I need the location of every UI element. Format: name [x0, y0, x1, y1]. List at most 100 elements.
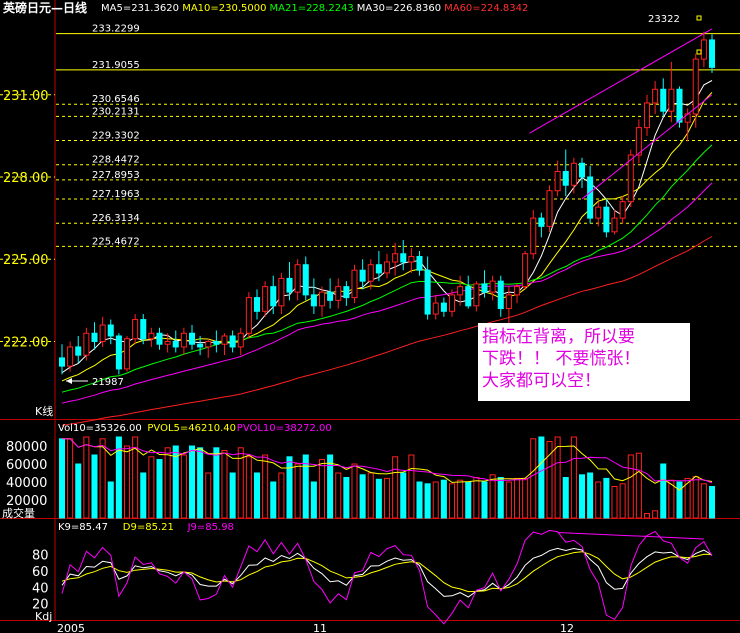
volume-bar: [205, 472, 212, 519]
candle-body: [530, 217, 537, 255]
volume-bar: [229, 472, 236, 519]
volume-bar: [294, 463, 301, 519]
volume-bar: [562, 477, 569, 519]
candle-body: [497, 280, 504, 310]
volume-bar: [481, 481, 488, 519]
kdj-tick-label: 60: [32, 565, 49, 580]
volume-bar: [107, 481, 114, 519]
volume-bar: [473, 477, 480, 519]
candle-body: [188, 332, 196, 345]
candle-body: [595, 206, 602, 219]
candle-body: [148, 332, 155, 340]
candle-body: [270, 286, 277, 307]
candle-body: [91, 332, 98, 342]
volume-bar: [302, 454, 309, 519]
candle-body: [294, 264, 301, 293]
volume-bar: [270, 481, 277, 519]
volume-bar: [700, 483, 707, 519]
volume-bar: [611, 486, 618, 519]
candle-body: [318, 291, 326, 307]
fib-level-label: 230.2131: [92, 106, 140, 117]
volume-bar: [627, 454, 634, 519]
candle-body: [172, 340, 179, 348]
low-price-label: 21987: [92, 377, 124, 388]
volume-bar: [83, 436, 90, 519]
volume-bar: [440, 479, 447, 519]
candle-body: [489, 280, 496, 293]
candle-body: [652, 88, 659, 104]
volume-bar: [595, 481, 602, 519]
fib-level-label: 228.4472: [92, 155, 140, 166]
candle-body: [310, 294, 317, 307]
volume-bar: [58, 438, 66, 519]
candle-body: [229, 335, 236, 348]
annotation-box: 指标在背离，所以要 下跌！！ 不要慌张！ 大家都可以空！: [478, 323, 690, 401]
candle-body: [676, 88, 683, 123]
fib-level-label: 231.9055: [92, 60, 140, 71]
volume-bar: [188, 445, 196, 519]
panel-frames: [0, 0, 740, 621]
volume-bar: [513, 477, 521, 519]
kdj-line: [61, 547, 713, 598]
volume-bar: [538, 436, 545, 519]
candle-body: [522, 253, 529, 288]
candle-body: [708, 39, 716, 68]
price-tick-label: 225.00: [3, 253, 49, 268]
ma-legend-item: MA5=231.3620: [101, 3, 179, 14]
candle-body: [132, 319, 139, 340]
volume-bar: [643, 513, 651, 519]
volume-tick-label: 80000: [6, 440, 47, 455]
candle-body: [505, 294, 512, 310]
ma-legend-item: MA60=224.8342: [444, 3, 528, 14]
chart-title: 英磅日元—日线: [3, 0, 87, 15]
candle-body: [546, 190, 553, 227]
price-tick-label: 231.00: [3, 89, 49, 104]
candle-body: [140, 319, 147, 340]
candle-body: [627, 154, 634, 203]
ma-legend-item: MA30=226.8360: [357, 3, 441, 14]
candle-body: [359, 269, 366, 282]
candle-body: [115, 335, 122, 370]
volume-bar: [123, 445, 131, 519]
price-axis: 231.00 228.00 225.00 222.00: [0, 89, 55, 350]
volume-bar: [351, 463, 358, 519]
volume-bar: [416, 481, 423, 519]
candle-body: [327, 291, 334, 301]
volume-bar: [67, 438, 74, 519]
volume-bar: [424, 483, 431, 519]
candle-body: [587, 176, 594, 219]
candle-body: [635, 127, 642, 156]
volume-panel-label: 成交量: [2, 506, 35, 520]
ma-legend: MA5=231.3620 MA10=230.5000 MA21=228.2243 MA…: [101, 3, 528, 14]
forex-chart: 233.2299 231.9055 230.6546230.2131 229.3302…: [0, 0, 740, 633]
candle-body: [367, 264, 374, 282]
volume-bar: [245, 456, 252, 519]
volume-bar: [448, 483, 456, 519]
candle-body: [481, 283, 488, 293]
fib-level-label: 225.4672: [92, 236, 140, 247]
volume-bar: [375, 478, 382, 519]
candle-body: [465, 286, 472, 307]
candle-body: [237, 332, 244, 348]
date-tick-dec: 12: [560, 622, 574, 633]
candle-body: [416, 255, 423, 271]
volume-legend-item: PVOL10=38272.00: [237, 423, 332, 434]
volume-bar: [180, 454, 187, 519]
candle-body: [286, 277, 293, 293]
low-arrow-icon: [66, 378, 88, 384]
candle-body: [562, 171, 569, 186]
volume-bar: [408, 454, 415, 519]
price-tick-label: 228.00: [3, 171, 49, 186]
kdj-lines: [61, 529, 713, 625]
candle-body: [83, 332, 90, 356]
candle-body: [197, 343, 204, 348]
candle-body: [611, 217, 618, 233]
volume-bar: [75, 463, 82, 519]
volume-bar: [692, 476, 699, 519]
kdj-legend-item: J9=85.98: [187, 522, 234, 533]
candle-body: [448, 294, 456, 312]
candle-body: [668, 88, 675, 112]
kdj-legend-item: K9=85.47: [58, 522, 108, 533]
date-tick-year: 2005: [57, 622, 85, 633]
volume-bar: [619, 483, 626, 519]
